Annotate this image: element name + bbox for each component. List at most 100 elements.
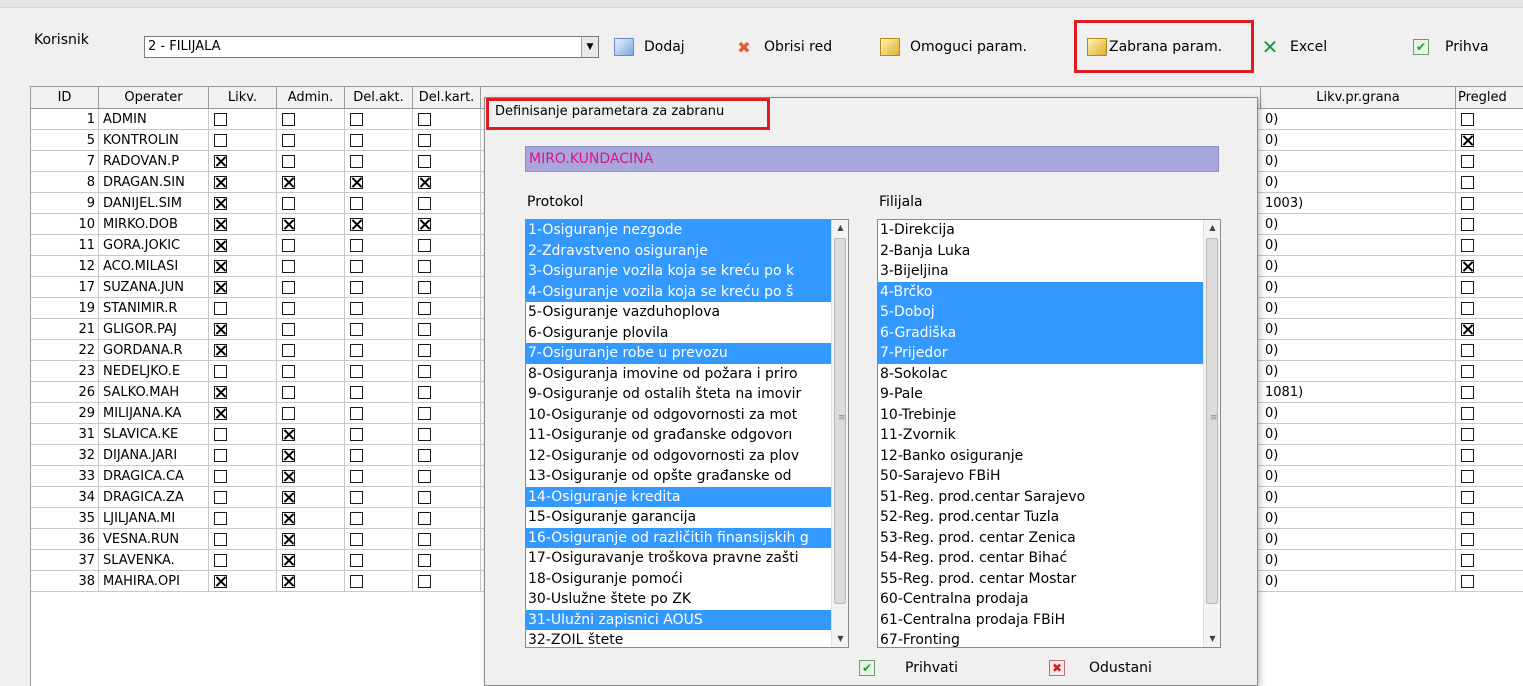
checkbox-admin[interactable] (282, 113, 295, 126)
checkbox-delakt[interactable] (350, 575, 363, 588)
checkbox-delakt[interactable] (350, 428, 363, 441)
scroll-thumb[interactable]: ≡ (834, 238, 846, 604)
list-item[interactable]: 12-Osiguranje od odgovornosti za plov (526, 446, 833, 467)
checkbox-likv[interactable] (214, 554, 227, 567)
checkbox-admin[interactable] (282, 176, 295, 189)
checkbox-admin[interactable] (282, 260, 295, 273)
list-item[interactable]: 67-Fronting (878, 630, 1205, 647)
checkbox-delkart[interactable] (418, 575, 431, 588)
checkbox-likv[interactable] (214, 176, 227, 189)
checkbox-delakt[interactable] (350, 197, 363, 210)
checkbox-admin[interactable] (282, 428, 295, 441)
checkbox-delkart[interactable] (418, 470, 431, 483)
checkbox-delakt[interactable] (350, 302, 363, 315)
checkbox-pregled[interactable] (1461, 512, 1474, 525)
dialog-odustani-button[interactable]: ✖ Odustani (1049, 660, 1152, 676)
checkbox-pregled[interactable] (1461, 176, 1474, 189)
checkbox-pregled[interactable] (1461, 323, 1474, 336)
checkbox-delakt[interactable] (350, 155, 363, 168)
checkbox-admin[interactable] (282, 512, 295, 525)
list-item[interactable]: 16-Osiguranje od različitih finansijskih… (526, 527, 833, 548)
checkbox-delakt[interactable] (350, 113, 363, 126)
checkbox-delkart[interactable] (418, 323, 431, 336)
checkbox-admin[interactable] (282, 365, 295, 378)
checkbox-pregled[interactable] (1461, 134, 1474, 147)
list-item[interactable]: 11-Osiguranje od građanske odgovorı (526, 425, 833, 446)
checkbox-delkart[interactable] (418, 113, 431, 126)
col-header-likv[interactable]: Likv. (209, 87, 277, 108)
list-item[interactable]: 50-Sarajevo FBiH (878, 466, 1205, 487)
checkbox-admin[interactable] (282, 218, 295, 231)
list-item[interactable]: 4-Osiguranje vozila koja se kreću po š (526, 281, 833, 302)
col-header-del-akt[interactable]: Del.akt. (345, 87, 413, 108)
checkbox-pregled[interactable] (1461, 491, 1474, 504)
checkbox-likv[interactable] (214, 407, 227, 420)
checkbox-likv[interactable] (214, 323, 227, 336)
prihvati-toolbar-button[interactable]: ✔ Prihva (1413, 34, 1489, 60)
checkbox-likv[interactable] (214, 113, 227, 126)
obrisi-red-button[interactable]: ✖ Obrisi red (734, 34, 832, 60)
list-item[interactable]: 60-Centralna prodaja (878, 589, 1205, 610)
checkbox-likv[interactable] (214, 491, 227, 504)
checkbox-admin[interactable] (282, 575, 295, 588)
col-header-operater[interactable]: Operater (99, 87, 209, 108)
list-item[interactable]: 55-Reg. prod. centar Mostar (878, 569, 1205, 590)
filijala-listbox[interactable]: 1-Direkcija 2-Banja Luka 3-Bijeljina 4-Brčk… (877, 219, 1221, 648)
checkbox-pregled[interactable] (1461, 113, 1474, 126)
col-header-id[interactable]: ID (31, 87, 99, 108)
checkbox-likv[interactable] (214, 134, 227, 147)
checkbox-likv[interactable] (214, 302, 227, 315)
checkbox-delkart[interactable] (418, 176, 431, 189)
checkbox-admin[interactable] (282, 449, 295, 462)
checkbox-delkart[interactable] (418, 239, 431, 252)
list-item[interactable]: 12-Banko osiguranje (878, 446, 1205, 467)
checkbox-delakt[interactable] (350, 239, 363, 252)
checkbox-likv[interactable] (214, 449, 227, 462)
checkbox-pregled[interactable] (1461, 302, 1474, 315)
checkbox-delakt[interactable] (350, 365, 363, 378)
checkbox-admin[interactable] (282, 344, 295, 357)
checkbox-delakt[interactable] (350, 512, 363, 525)
checkbox-delakt[interactable] (350, 554, 363, 567)
list-item[interactable]: 17-Osiguravanje troškova pravne zašti (526, 548, 833, 569)
checkbox-delkart[interactable] (418, 365, 431, 378)
list-item[interactable]: 10-Osiguranje od odgovornosti za mot (526, 405, 833, 426)
checkbox-likv[interactable] (214, 428, 227, 441)
checkbox-likv[interactable] (214, 533, 227, 546)
checkbox-delkart[interactable] (418, 344, 431, 357)
checkbox-likv[interactable] (214, 344, 227, 357)
scroll-down-icon[interactable]: ▼ (1204, 631, 1220, 647)
checkbox-pregled[interactable] (1461, 470, 1474, 483)
col-header-likv-pr-grana[interactable]: Likv.pr.grana (1261, 87, 1456, 108)
checkbox-delkart[interactable] (418, 134, 431, 147)
list-item[interactable]: 53-Reg. prod. centar Zenica (878, 528, 1205, 549)
list-item[interactable]: 51-Reg. prod.centar Sarajevo (878, 487, 1205, 508)
checkbox-admin[interactable] (282, 554, 295, 567)
checkbox-delakt[interactable] (350, 533, 363, 546)
checkbox-pregled[interactable] (1461, 239, 1474, 252)
checkbox-likv[interactable] (214, 239, 227, 252)
list-item[interactable]: 3-Bijeljina (878, 261, 1205, 282)
checkbox-pregled[interactable] (1461, 575, 1474, 588)
checkbox-likv[interactable] (214, 197, 227, 210)
scroll-up-icon[interactable]: ▲ (832, 220, 848, 236)
checkbox-delkart[interactable] (418, 281, 431, 294)
checkbox-likv[interactable] (214, 260, 227, 273)
checkbox-pregled[interactable] (1461, 365, 1474, 378)
list-item[interactable]: 31-Ulužni zapisnici AOUS (526, 609, 833, 630)
checkbox-admin[interactable] (282, 491, 295, 504)
checkbox-admin[interactable] (282, 470, 295, 483)
checkbox-admin[interactable] (282, 323, 295, 336)
list-item[interactable]: 2-Banja Luka (878, 241, 1205, 262)
checkbox-delkart[interactable] (418, 155, 431, 168)
checkbox-delkart[interactable] (418, 197, 431, 210)
checkbox-admin[interactable] (282, 302, 295, 315)
checkbox-delakt[interactable] (350, 134, 363, 147)
omoguci-param-button[interactable]: Omoguci param. (880, 34, 1027, 60)
protokol-scrollbar[interactable]: ▲ ≡ ▼ (831, 220, 848, 647)
checkbox-pregled[interactable] (1461, 533, 1474, 546)
list-item[interactable]: 3-Osiguranje vozila koja se kreću po k (526, 261, 833, 282)
checkbox-likv[interactable] (214, 512, 227, 525)
list-item[interactable]: 61-Centralna prodaja FBiH (878, 610, 1205, 631)
list-item[interactable]: 8-Sokolac (878, 364, 1205, 385)
